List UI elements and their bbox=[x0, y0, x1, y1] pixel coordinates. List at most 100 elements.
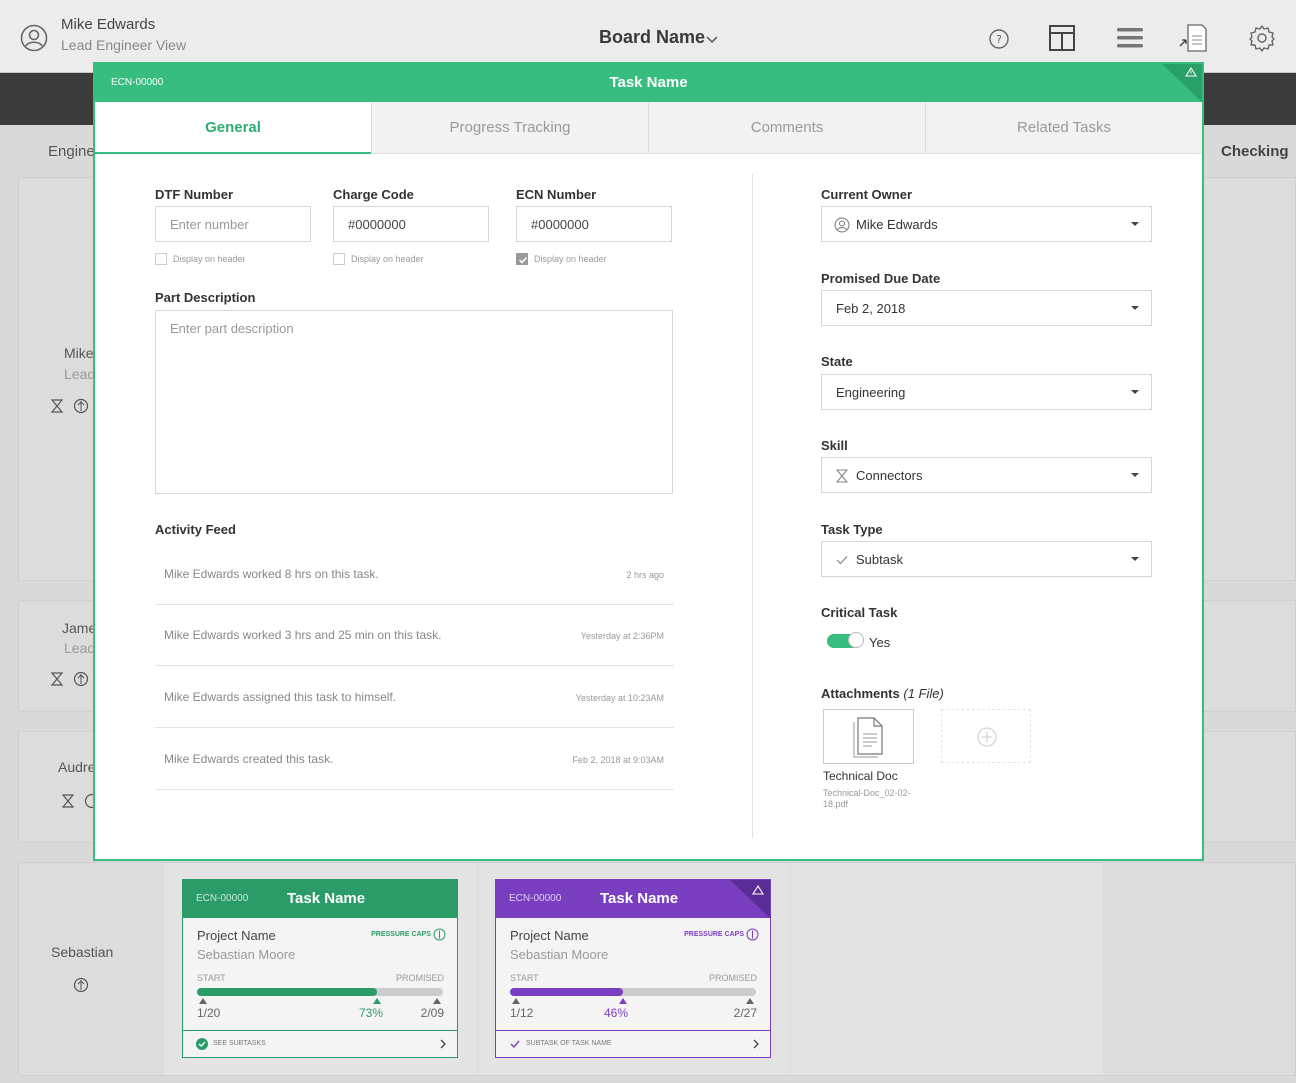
pressure-icon bbox=[73, 671, 89, 687]
help-icon[interactable]: ? bbox=[984, 22, 1014, 54]
tab-progress-tracking[interactable]: Progress Tracking bbox=[372, 102, 649, 153]
activity-time: Yesterday at 10:23AM bbox=[575, 693, 664, 703]
dtf-display-on-header[interactable]: Display on header bbox=[155, 253, 246, 265]
pressure-icon bbox=[73, 398, 89, 414]
task-detail-modal: ECN-00000 Task Name General Progress Tra… bbox=[93, 62, 1204, 861]
activity-text: Mike Edwards worked 8 hrs on this task. bbox=[164, 567, 379, 581]
checkbox-checked[interactable] bbox=[516, 253, 528, 265]
parent-task-link[interactable]: SUBTASK OF TASK NAME bbox=[526, 1040, 612, 1047]
skill-badge: PRESSURE CAPS bbox=[371, 931, 431, 938]
start-marker bbox=[199, 998, 207, 1004]
task-card-id: ECN-00000 bbox=[196, 893, 249, 904]
part-description-label: Part Description bbox=[155, 290, 256, 305]
chevron-down-icon[interactable] bbox=[704, 33, 720, 45]
hourglass-icon bbox=[61, 794, 75, 808]
caret-down-icon bbox=[1131, 306, 1139, 310]
state-value: Engineering bbox=[836, 385, 906, 400]
plus-circle-icon bbox=[977, 727, 997, 747]
attachment-file-tile[interactable] bbox=[823, 709, 914, 764]
state-label: State bbox=[821, 354, 853, 369]
board-name-dropdown[interactable]: Board Name bbox=[599, 27, 705, 48]
state-select[interactable]: Engineering bbox=[821, 374, 1152, 410]
dtf-number-input[interactable] bbox=[155, 206, 311, 242]
lane-person-name: Mike bbox=[64, 345, 94, 361]
pressure-icon bbox=[73, 977, 89, 993]
activity-feed-item: Mike Edwards assigned this task to himse… bbox=[155, 666, 674, 728]
task-card-header: ECN-00000 Task Name bbox=[496, 880, 770, 918]
task-card-header: ECN-00000 Task Name bbox=[183, 880, 457, 918]
task-type-select[interactable]: Subtask bbox=[821, 541, 1152, 577]
ecn-number-input[interactable] bbox=[516, 206, 672, 242]
hourglass-icon bbox=[835, 469, 849, 483]
see-subtasks-link[interactable]: SEE SUBTASKS bbox=[213, 1040, 266, 1047]
task-card-project: Project Name bbox=[197, 928, 276, 943]
chevron-right-icon[interactable] bbox=[438, 1038, 448, 1050]
checkbox[interactable] bbox=[155, 253, 167, 265]
promised-date: 2/09 bbox=[420, 1006, 444, 1020]
hourglass-icon bbox=[50, 672, 64, 686]
card-footer[interactable]: SUBTASK OF TASK NAME bbox=[496, 1030, 770, 1057]
task-type-value: Subtask bbox=[856, 552, 903, 567]
settings-gear-icon[interactable] bbox=[1247, 22, 1277, 54]
task-card-id: ECN-00000 bbox=[509, 893, 562, 904]
task-card-title: Task Name bbox=[287, 890, 366, 907]
task-card[interactable]: ECN-00000 Task Name Project Name Sebasti… bbox=[182, 879, 458, 1058]
progress-fill bbox=[510, 988, 624, 996]
start-label: START bbox=[510, 973, 539, 983]
caret-down-icon bbox=[1131, 557, 1139, 561]
charge-code-input[interactable] bbox=[333, 206, 489, 242]
skill-select[interactable]: Connectors bbox=[821, 457, 1152, 493]
start-date: 1/12 bbox=[510, 1006, 534, 1020]
tab-related-tasks[interactable]: Related Tasks bbox=[926, 102, 1202, 153]
board-layout-icon[interactable] bbox=[1047, 22, 1077, 54]
activity-time: Yesterday at 2:36PM bbox=[580, 631, 664, 641]
checkbox[interactable] bbox=[333, 253, 345, 265]
promised-date: 2/27 bbox=[733, 1006, 757, 1020]
user-avatar-icon[interactable] bbox=[20, 24, 48, 52]
activity-time: 2 hrs ago bbox=[626, 570, 664, 580]
current-owner-select[interactable]: Mike Edwards bbox=[821, 206, 1152, 242]
promised-due-date-label: Promised Due Date bbox=[821, 271, 941, 286]
collapse-document-icon[interactable] bbox=[1178, 22, 1208, 54]
attachment-filename: Technical-Doc_02-02-18.pdf bbox=[823, 788, 911, 809]
modal-header: ECN-00000 Task Name bbox=[95, 64, 1202, 102]
attachments-label: Attachments (1 File) bbox=[821, 686, 944, 701]
task-card[interactable]: ECN-00000 Task Name Project Name Sebasti… bbox=[495, 879, 771, 1058]
critical-task-toggle[interactable] bbox=[827, 632, 864, 648]
critical-warning-icon bbox=[1162, 64, 1202, 102]
lane-person-name: Audre bbox=[58, 759, 96, 775]
toggle-knob bbox=[848, 632, 864, 648]
caret-down-icon bbox=[1131, 390, 1139, 394]
skill-badge: PRESSURE CAPS bbox=[684, 931, 744, 938]
check-icon bbox=[510, 1040, 520, 1049]
attachments-title: Attachments bbox=[821, 686, 900, 701]
promised-label: PROMISED bbox=[395, 973, 444, 983]
attachment-title[interactable]: Technical Doc bbox=[823, 769, 898, 783]
activity-text: Mike Edwards assigned this task to himse… bbox=[164, 690, 397, 704]
check-icon bbox=[836, 556, 848, 565]
start-date: 1/20 bbox=[197, 1006, 221, 1020]
document-icon bbox=[853, 717, 883, 758]
progress-marker bbox=[619, 998, 628, 1004]
task-type-label: Task Type bbox=[821, 522, 883, 537]
activity-time: Feb 2, 2018 at 9:03AM bbox=[572, 755, 664, 765]
tab-general[interactable]: General bbox=[95, 102, 372, 154]
promised-due-date-select[interactable]: Feb 2, 2018 bbox=[821, 290, 1152, 326]
list-view-icon[interactable] bbox=[1115, 22, 1145, 54]
charge-display-on-header[interactable]: Display on header bbox=[333, 253, 424, 265]
header-user-name: Mike Edwards bbox=[61, 16, 156, 33]
add-attachment-button[interactable] bbox=[941, 709, 1031, 763]
card-footer[interactable]: SEE SUBTASKS bbox=[183, 1030, 457, 1057]
part-description-textarea[interactable] bbox=[155, 310, 673, 494]
pressure-icon bbox=[433, 928, 446, 941]
check-circle-icon bbox=[196, 1038, 208, 1050]
progress-bar bbox=[197, 988, 443, 996]
lane-person-name: Sebastian bbox=[51, 944, 114, 960]
progress-fill bbox=[197, 988, 377, 996]
tab-comments[interactable]: Comments bbox=[649, 102, 926, 153]
modal-title: Task Name bbox=[609, 74, 688, 91]
ecn-display-on-header[interactable]: Display on header bbox=[516, 253, 607, 265]
chevron-right-icon[interactable] bbox=[751, 1038, 761, 1050]
activity-feed-item: Mike Edwards created this task. Feb 2, 2… bbox=[155, 728, 674, 790]
lane-person-role: Lead bbox=[64, 366, 96, 382]
